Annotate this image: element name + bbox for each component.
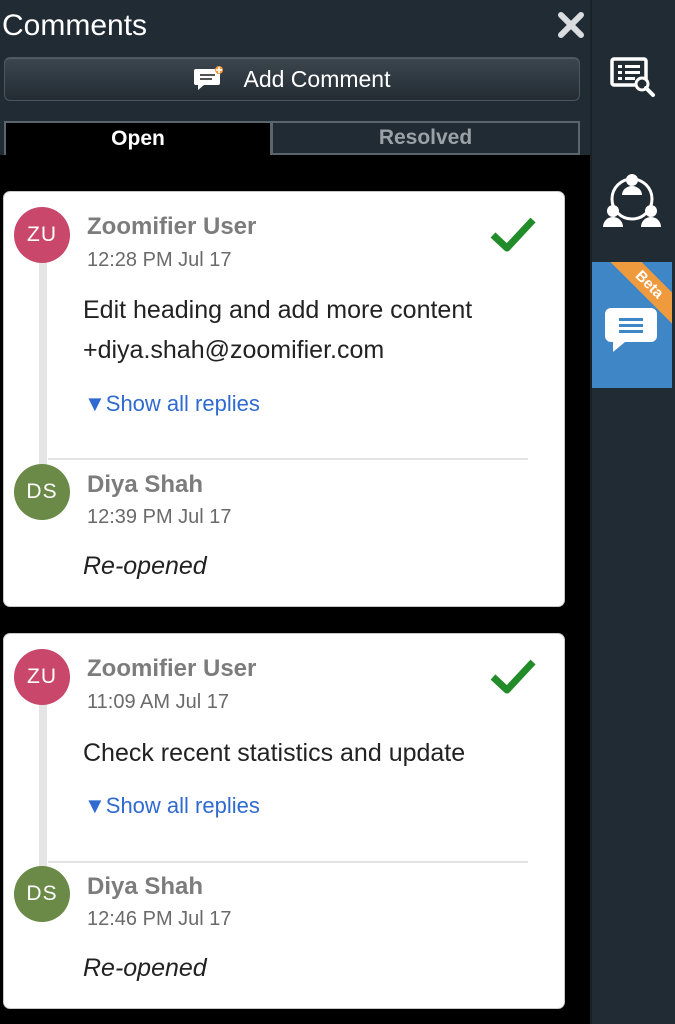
close-icon[interactable] (557, 10, 585, 40)
comment-text-line-1: Check recent statistics and update (83, 739, 466, 767)
review-list-icon (610, 57, 655, 97)
thread-line (39, 684, 47, 876)
avatar: ZU (14, 207, 70, 263)
comment-text-line-1: Edit heading and add more content (83, 296, 473, 324)
add-comment-icon (194, 66, 224, 90)
reply-text: Re-opened (83, 552, 207, 580)
tab-open[interactable]: Open (4, 121, 272, 155)
comment-author: Zoomifier User (87, 655, 257, 682)
reply-author: Diya Shah (87, 471, 204, 498)
add-comment-button[interactable]: Add Comment (4, 57, 580, 101)
resolve-check-icon[interactable] (489, 214, 537, 254)
avatar: DS (14, 464, 70, 520)
comment-time: 12:28 PM Jul 17 (87, 249, 232, 271)
panel-header: Comments Add Comment Open Resolved (0, 0, 590, 155)
right-sidebar: Beta (590, 0, 675, 1024)
comment-tabs: Open Resolved (4, 121, 580, 155)
avatar: DS (14, 866, 70, 922)
collaborators-icon (603, 174, 661, 227)
reply-text: Re-opened (83, 954, 207, 982)
reply-time: 12:39 PM Jul 17 (87, 506, 232, 528)
resolve-check-icon[interactable] (489, 656, 537, 696)
sidebar-item-collaborators[interactable] (592, 160, 672, 240)
comment-author: Zoomifier User (87, 213, 257, 240)
panel-title: Comments (2, 9, 148, 42)
comment-text-line-2: +diya.shah@zoomifier.com (83, 336, 385, 364)
tab-resolved[interactable]: Resolved (272, 121, 580, 155)
reply-time: 12:46 PM Jul 17 (87, 908, 232, 930)
thread-line (39, 242, 47, 474)
show-all-replies-link[interactable]: ▼Show all replies (84, 391, 260, 417)
comments-icon (605, 308, 657, 352)
avatar: ZU (14, 649, 70, 705)
show-all-replies-link[interactable]: ▼Show all replies (84, 793, 260, 819)
comments-panel: Comments Add Comment Open Resolved ZU Zo… (0, 0, 590, 1024)
sidebar-item-review-list[interactable] (592, 40, 672, 112)
reply-author: Diya Shah (87, 873, 204, 900)
comment-time: 11:09 AM Jul 17 (87, 691, 229, 713)
comment-card: ZU Zoomifier User 12:28 PM Jul 17 Edit h… (3, 191, 565, 607)
add-comment-label: Add Comment (243, 65, 391, 92)
divider (48, 458, 528, 460)
comment-card: ZU Zoomifier User 11:09 AM Jul 17 Check … (3, 633, 565, 1009)
divider (48, 861, 528, 863)
sidebar-item-comments[interactable]: Beta (592, 262, 672, 388)
